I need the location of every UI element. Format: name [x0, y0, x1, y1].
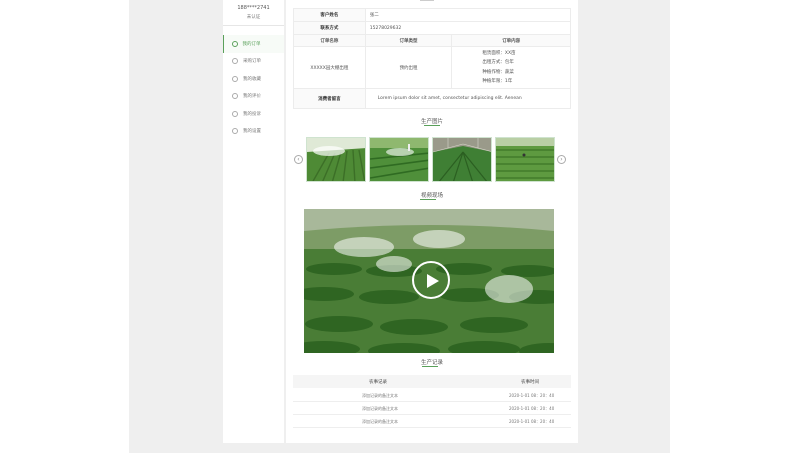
sidebar-item-settings[interactable]: 我的设置	[223, 123, 284, 141]
cart-icon	[232, 58, 238, 65]
table-row: 添加记录的备注文本 2020-1-01 08：20：40	[293, 402, 571, 415]
sidebar-item-favorites[interactable]: 我的收藏	[223, 70, 284, 88]
table-row: 消费者留言 Lorem ipsum dolor sit amet, consec…	[293, 88, 572, 109]
order-detail-line: 种植作物：蔬菜	[482, 69, 514, 75]
contact-value: 15278029632	[364, 21, 572, 35]
record-text: 添加记录的备注文本	[362, 419, 398, 424]
remark-label: 消费者留言	[293, 88, 366, 109]
title-underline	[422, 366, 438, 367]
sidebar-item-label: 我的收藏	[243, 76, 261, 82]
order-detail-line: 租赁面积：XX亩	[482, 50, 516, 56]
sidebar-menu: 我的订单 采购订单 我的收藏 我的评价 我的投诉 我的设置	[223, 35, 284, 140]
sidebar-item-label: 我的投诉	[243, 111, 261, 117]
contact-label: 联系方式	[293, 21, 366, 35]
column-header: 订单类型	[364, 34, 453, 47]
record-text: 添加记录的备注文本	[362, 393, 398, 398]
sidebar-item-label: 我的订单	[242, 41, 261, 47]
user-phone: 188****2741	[237, 5, 270, 11]
chevron-left-icon[interactable]: ‹	[294, 155, 303, 164]
divider	[420, 0, 434, 1]
column-header: 订单内容	[451, 34, 571, 47]
customer-label: 客户姓名	[293, 8, 366, 22]
photo-carousel	[306, 137, 555, 182]
farm-photo[interactable]	[495, 137, 555, 182]
table-row: 添加记录的备注文本 2020-1-01 08：20：40	[293, 415, 571, 428]
gear-icon	[232, 128, 238, 135]
record-text: 添加记录的备注文本	[362, 406, 398, 411]
photos-section-title: 生产图片	[420, 119, 443, 125]
order-type: 预约出租	[364, 46, 453, 89]
customer-value: 张二	[364, 8, 572, 22]
title-underline	[424, 125, 440, 126]
column-header: 订单名称	[293, 34, 366, 47]
heart-icon	[232, 75, 238, 82]
order-detail-line: 种植年限：1年	[482, 79, 513, 84]
comment-icon	[232, 93, 238, 100]
sidebar-item-my-orders[interactable]: 我的订单	[223, 35, 284, 53]
divider	[223, 25, 284, 26]
sidebar: 188****2741 未认证 我的订单 采购订单 我的收藏 我的评价 我的投诉…	[223, 0, 284, 443]
farm-photo[interactable]	[306, 137, 366, 182]
chevron-right-icon[interactable]: ›	[557, 155, 566, 164]
video-section-title: 视频现场	[420, 193, 443, 199]
order-content: 租赁面积：XX亩 出租方式：包年 种植作物：蔬菜 种植年限：1年	[451, 46, 571, 89]
video-player[interactable]	[304, 209, 554, 353]
record-time: 2020-1-01 08：20：40	[509, 393, 555, 398]
order-icon	[231, 40, 238, 47]
farm-photo[interactable]	[369, 137, 429, 182]
column-header: 农事记录	[369, 380, 387, 385]
sidebar-item-complaints[interactable]: 我的投诉	[223, 105, 284, 123]
order-detail-panel: 客户姓名 张二 联系方式 15278029632 订单名称 订单类型 订单内容 …	[286, 0, 578, 443]
sidebar-item-label: 采购订单	[243, 59, 261, 65]
table-header-row: 订单名称 订单类型 订单内容	[293, 34, 571, 47]
sidebar-item-label: 我的评价	[243, 94, 261, 100]
sidebar-item-label: 我的设置	[243, 129, 261, 135]
table-row: 客户姓名 张二	[293, 8, 572, 22]
verify-status[interactable]: 未认证	[223, 14, 284, 20]
sidebar-item-purchase-orders[interactable]: 采购订单	[223, 53, 284, 71]
column-header: 农事时间	[521, 380, 539, 385]
records-table-header: 农事记录 农事时间	[293, 375, 571, 388]
table-row: 添加记录的备注文本 2020-1-01 08：20：40	[293, 389, 571, 402]
order-name: XXXXX园大棚出租	[293, 46, 366, 89]
table-row: 联系方式 15278029632	[293, 21, 572, 35]
title-underline	[420, 199, 436, 200]
order-detail-line: 出租方式：包年	[482, 60, 514, 65]
sidebar-item-reviews[interactable]: 我的评价	[223, 88, 284, 106]
complaint-icon	[232, 110, 238, 117]
records-section-title: 生产记录	[420, 360, 443, 366]
record-time: 2020-1-01 08：20：40	[509, 406, 555, 411]
record-time: 2020-1-01 08：20：40	[509, 419, 555, 424]
farm-photo[interactable]	[432, 137, 492, 182]
table-row: XXXXX园大棚出租 预约出租 租赁面积：XX亩 出租方式：包年 种植作物：蔬菜…	[293, 46, 571, 89]
remark-value: Lorem ipsum dolor sit amet, consectetur …	[364, 88, 572, 109]
order-info-table: 客户姓名 张二 联系方式 15278029632 订单名称 订单类型 订单内容 …	[293, 8, 572, 109]
play-icon[interactable]	[412, 261, 450, 299]
